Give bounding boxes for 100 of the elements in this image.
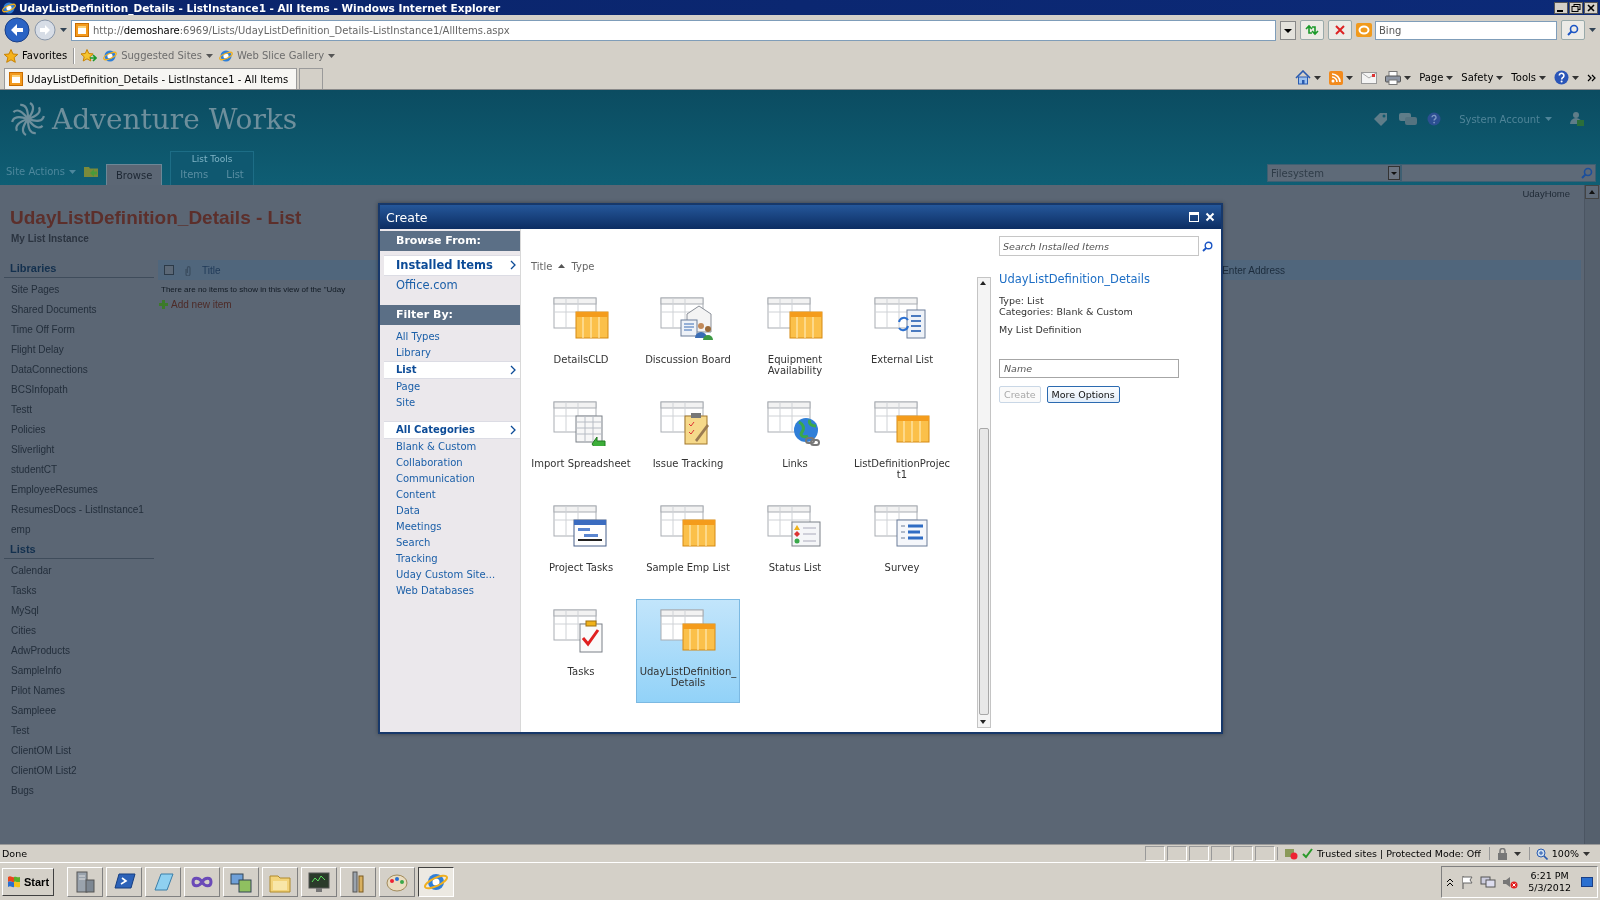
maximize-button[interactable] [1189,212,1199,222]
template-tile[interactable]: Project Tasks [529,495,633,599]
show-hidden-icon[interactable] [1446,876,1455,887]
filter-item[interactable]: Web Databases [380,583,520,599]
filter-item[interactable]: Search [380,535,520,551]
filter-item[interactable]: Communication [380,471,520,487]
feeds-button[interactable] [1329,70,1354,85]
start-button[interactable]: Start [2,867,55,896]
template-tile[interactable]: Import Spreadsheet [529,391,633,495]
filter-item[interactable]: Blank & Custom [380,439,520,455]
stop-button[interactable] [1328,20,1352,40]
chevron-right-icon [510,260,516,270]
show-desktop-icon[interactable] [1581,875,1593,888]
filter-item[interactable]: Installed Items [384,255,520,276]
chevron-right-icon [510,364,516,375]
template-title: UdayListDefinition_Details [999,272,1151,286]
template-tile[interactable]: External List [850,287,954,391]
filter-item[interactable]: Site [380,395,520,411]
add-favorite-icon[interactable] [81,48,98,63]
template-tile[interactable]: Discussion Board [636,287,740,391]
print-button[interactable] [1385,70,1412,85]
caret-icon [68,169,76,174]
browser-icon [2,0,16,15]
search-field[interactable]: Search Installed Items [999,236,1199,256]
caret-icon [1496,75,1504,80]
mail-icon[interactable] [1361,71,1378,84]
filter-item[interactable]: List [384,361,520,379]
template-tile[interactable]: Links [743,391,847,495]
template-description: My List Definition [999,324,1083,335]
template-tile[interactable]: Sample Emp List [636,495,740,599]
menu-button[interactable]: Safety [1461,72,1504,83]
name-field[interactable]: Name [999,359,1179,378]
sort-header[interactable]: Type [571,260,595,272]
favorites-link[interactable]: Web Slice Gallery [218,48,336,63]
filter-item[interactable]: Content [380,487,520,503]
template-tile[interactable]: Tasks [529,599,633,703]
filter-item[interactable]: Data [380,503,520,519]
flag-icon [7,875,21,888]
search-icon [1567,24,1579,36]
chevron-icon[interactable] [1587,73,1596,82]
flag-icon[interactable] [1460,874,1475,889]
template-tile[interactable]: Status List [743,495,847,599]
favorites-link[interactable]: Suggested Sites [103,48,213,63]
refresh-icon [1305,24,1319,36]
taskbar-app[interactable] [418,866,455,897]
filter-item[interactable]: Page [380,379,520,395]
scrollbar[interactable] [1584,185,1600,844]
template-categories: Categories: Blank & Custom [999,306,1134,317]
template-tile[interactable]: Issue Tracking [636,391,740,495]
browser-tab[interactable]: UdayListDefinition_Details - ListInstance1 - All Items [4,68,298,89]
help-icon [1554,70,1569,85]
scrollbar[interactable] [977,277,991,728]
minimize-button[interactable] [1554,1,1568,14]
search-button[interactable] [1561,20,1585,40]
caret-icon [1404,75,1412,80]
back-button[interactable] [4,17,30,43]
filter-item[interactable]: Meetings [380,519,520,535]
help-icon[interactable] [1427,112,1442,126]
caret-icon [1446,75,1454,80]
filter-item[interactable]: Tracking [380,551,520,567]
template-tile[interactable]: ListDefinitionProject1 [850,391,954,495]
filter-item[interactable]: Uday Custom Site... [380,567,520,583]
favorites-button[interactable]: Favorites [4,48,68,63]
globe-icon [103,48,118,63]
list-template-icon [873,504,931,550]
restore-button[interactable] [1569,1,1583,14]
template-tile[interactable]: UdayListDefinition_Details [636,599,740,703]
filter-item[interactable]: All Types [380,329,520,345]
address-field[interactable]: http://demoshare:6969/Lists/UdayListDefinition_Details-ListInstance1/AllItems.aspx [71,19,1276,41]
tab-group-label: List Tools [190,153,234,164]
filter-item[interactable]: Office.com [380,276,520,295]
filter-item[interactable]: Library [380,345,520,361]
caret-icon [60,28,67,32]
home-icon [1295,70,1312,85]
sort-header[interactable]: Title [531,260,566,272]
zoom-button[interactable]: 100% [1528,847,1596,860]
printer-icon [1385,70,1402,85]
search-field[interactable] [1401,164,1596,182]
volume-icon[interactable] [1502,874,1519,889]
close-button[interactable] [1584,1,1598,14]
checkbox[interactable] [164,265,174,275]
network-icon[interactable] [1480,874,1497,889]
help-button[interactable] [1554,70,1579,85]
home-button[interactable] [1295,70,1322,85]
filter-item[interactable]: Collaboration [380,455,520,471]
filter-item[interactable]: All Categories [384,421,520,439]
folder-icon[interactable] [83,165,98,177]
search-field[interactable]: Bing [1375,20,1557,40]
caret-icon [1583,851,1590,856]
menu-button[interactable]: Tools [1511,72,1546,83]
template-tile[interactable]: Survey [850,495,954,599]
forward-button[interactable] [34,19,56,41]
caret-icon [1572,75,1579,80]
template-tile[interactable]: DetailsCLD [529,287,633,391]
template-tile[interactable]: Equipment Availability [743,287,847,391]
dropdown-button[interactable] [1280,20,1296,40]
menu-button[interactable]: Page [1419,72,1454,83]
window-title: UdayListDefinition_Details - ListInstance1 - All Items - Windows Internet Explorer [19,1,501,14]
zone-icon [1283,847,1298,860]
dialog-button[interactable]: More Options [1046,386,1120,403]
